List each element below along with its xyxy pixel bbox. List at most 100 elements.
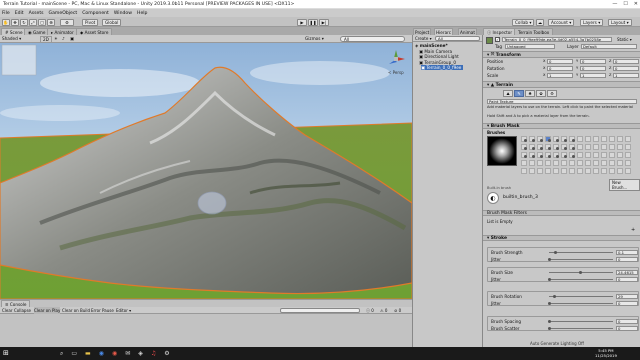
brush-cell[interactable]	[545, 160, 551, 166]
brush-cell[interactable]	[593, 144, 599, 150]
info-count[interactable]: ⓘ 0	[366, 307, 374, 314]
menu-window[interactable]: Window	[114, 11, 132, 16]
brush-cell[interactable]	[577, 168, 583, 174]
hierarchy-item-terrain-group[interactable]: ▣ TerrainGroup_0	[419, 60, 456, 65]
brush-cell[interactable]	[561, 152, 567, 158]
slider-track[interactable]	[549, 328, 613, 329]
static-dropdown[interactable]: Static ▾	[617, 37, 632, 42]
position-y-field[interactable]: 0	[580, 59, 606, 64]
browser-icon[interactable]: ◉	[99, 350, 104, 358]
custom-tool-button[interactable]: ⚙	[60, 18, 74, 26]
hierarchy-item-terrain[interactable]: ▣ Terrain_0_0_f9ee	[421, 65, 464, 70]
brush-cell[interactable]	[577, 136, 583, 142]
slider-value-field[interactable]: 0	[616, 257, 638, 262]
console-clear-button[interactable]: Clear	[2, 307, 12, 314]
terrain-settings-tool[interactable]: ⚙	[547, 90, 557, 97]
tab-asset-store[interactable]: ◆ Asset Store	[76, 28, 113, 35]
brush-cell[interactable]	[545, 152, 551, 158]
lighting-toggle[interactable]: ☀	[54, 36, 58, 41]
hierarchy-item-directional-light[interactable]: ▣ Directional Light	[419, 54, 459, 59]
minimize-button[interactable]: —	[612, 0, 617, 9]
brush-cell[interactable]	[553, 144, 559, 150]
brush-cell[interactable]	[569, 168, 575, 174]
slider-track[interactable]	[549, 279, 613, 280]
brush-cell[interactable]	[529, 144, 535, 150]
scene-viewport[interactable]: < Persp	[0, 43, 412, 299]
menu-file[interactable]: File	[2, 11, 10, 16]
new-brush-button[interactable]: New Brush...	[609, 179, 640, 191]
paint-details-tool[interactable]: ✿	[536, 90, 546, 97]
brush-cell[interactable]	[577, 160, 583, 166]
layer-dropdown[interactable]: Default	[581, 44, 637, 49]
brush-cell[interactable]	[585, 136, 591, 142]
brush-cell[interactable]	[577, 152, 583, 158]
tab-project[interactable]: Project	[413, 28, 432, 35]
brush-cell[interactable]	[617, 160, 623, 166]
hierarchy-search-input[interactable]: All	[435, 36, 480, 41]
brush-cell[interactable]	[553, 136, 559, 142]
slider-track[interactable]	[549, 303, 613, 304]
raise-terrain-tool[interactable]: ⛰	[503, 90, 513, 97]
brush-cell[interactable]	[625, 168, 631, 174]
error-count[interactable]: ⊘ 0	[394, 307, 401, 314]
settings-icon[interactable]: ⚙	[164, 350, 169, 358]
menu-edit[interactable]: Edit	[15, 11, 24, 16]
step-button[interactable]: ▶|	[319, 18, 329, 26]
console-error-pause-button[interactable]: Error Pause	[91, 307, 114, 314]
hierarchy-item-main-camera[interactable]: ▣ Main Camera	[419, 49, 452, 54]
hand-tool-button[interactable]: ✋	[2, 18, 10, 26]
tab-terrain-toolbox[interactable]: Terrain Toolbox	[514, 28, 554, 35]
brush-mask-filters-header[interactable]: Brush Mask Filters	[483, 210, 640, 216]
brush-cell[interactable]	[593, 168, 599, 174]
slider-handle[interactable]	[547, 301, 551, 305]
brush-cell[interactable]	[537, 152, 543, 158]
transform-tool-button[interactable]: ⊕	[47, 18, 55, 26]
brush-cell[interactable]	[521, 160, 527, 166]
brush-cell[interactable]	[609, 144, 615, 150]
console-clear-on-build-button[interactable]: Clear on Build	[62, 307, 90, 314]
2d-toggle[interactable]: 2D	[40, 36, 52, 43]
global-toggle[interactable]: Global	[102, 18, 122, 26]
rotate-tool-button[interactable]: ↻	[20, 18, 28, 26]
hierarchy-create-dropdown[interactable]: Create ▾	[415, 36, 432, 41]
slider-value-field[interactable]: 0	[616, 301, 638, 306]
pivot-toggle[interactable]: Pivot	[82, 18, 99, 26]
close-button[interactable]: ✕	[634, 0, 638, 9]
console-editor-dropdown[interactable]: Editor ▾	[116, 307, 131, 314]
menu-assets[interactable]: Assets	[29, 11, 44, 16]
tab-animator[interactable]: ▸ Animator	[47, 28, 78, 35]
slider-handle[interactable]	[547, 277, 551, 281]
brush-cell[interactable]	[521, 136, 527, 142]
brush-cell[interactable]	[625, 160, 631, 166]
object-name-field[interactable]: Terrain_0_0_f9ee99de-ea3e-4d02-a554-3a7b…	[502, 37, 612, 42]
menu-gameobject[interactable]: GameObject	[49, 11, 78, 16]
brush-cell[interactable]	[617, 168, 623, 174]
brush-cell[interactable]	[609, 168, 615, 174]
brush-cell[interactable]	[561, 136, 567, 142]
stroke-header[interactable]: ▾ Stroke	[483, 235, 640, 241]
task-view-icon[interactable]: ▭	[71, 350, 77, 358]
tab-animation[interactable]: Animat	[458, 28, 477, 35]
file-explorer-icon[interactable]: ▬	[85, 350, 91, 358]
brush-cell[interactable]	[537, 160, 543, 166]
layout-dropdown[interactable]: Layout ▾	[608, 18, 632, 26]
account-dropdown[interactable]: Account ▾	[548, 18, 575, 26]
brush-cell[interactable]	[529, 160, 535, 166]
position-z-field[interactable]: 0	[613, 59, 639, 64]
rect-tool-button[interactable]: ▢	[38, 18, 46, 26]
start-button[interactable]: ⊞	[3, 349, 12, 358]
slider-value-field[interactable]: 0	[616, 326, 638, 331]
paint-trees-tool[interactable]: ♣	[525, 90, 535, 97]
brush-cell[interactable]	[601, 136, 607, 142]
brush-cell[interactable]	[569, 160, 575, 166]
brush-cell[interactable]	[569, 136, 575, 142]
console-search-input[interactable]	[280, 308, 360, 313]
console-clear-on-play-button[interactable]: Clear on Play	[34, 307, 61, 314]
brush-cell[interactable]	[561, 144, 567, 150]
brush-cell[interactable]	[577, 144, 583, 150]
brush-cell[interactable]	[585, 152, 591, 158]
gizmos-dropdown[interactable]: Gizmos ▾	[305, 36, 324, 41]
paint-mode-dropdown[interactable]: Paint Texture	[487, 99, 637, 104]
maximize-button[interactable]: ☐	[623, 0, 627, 9]
brush-cell[interactable]	[521, 144, 527, 150]
